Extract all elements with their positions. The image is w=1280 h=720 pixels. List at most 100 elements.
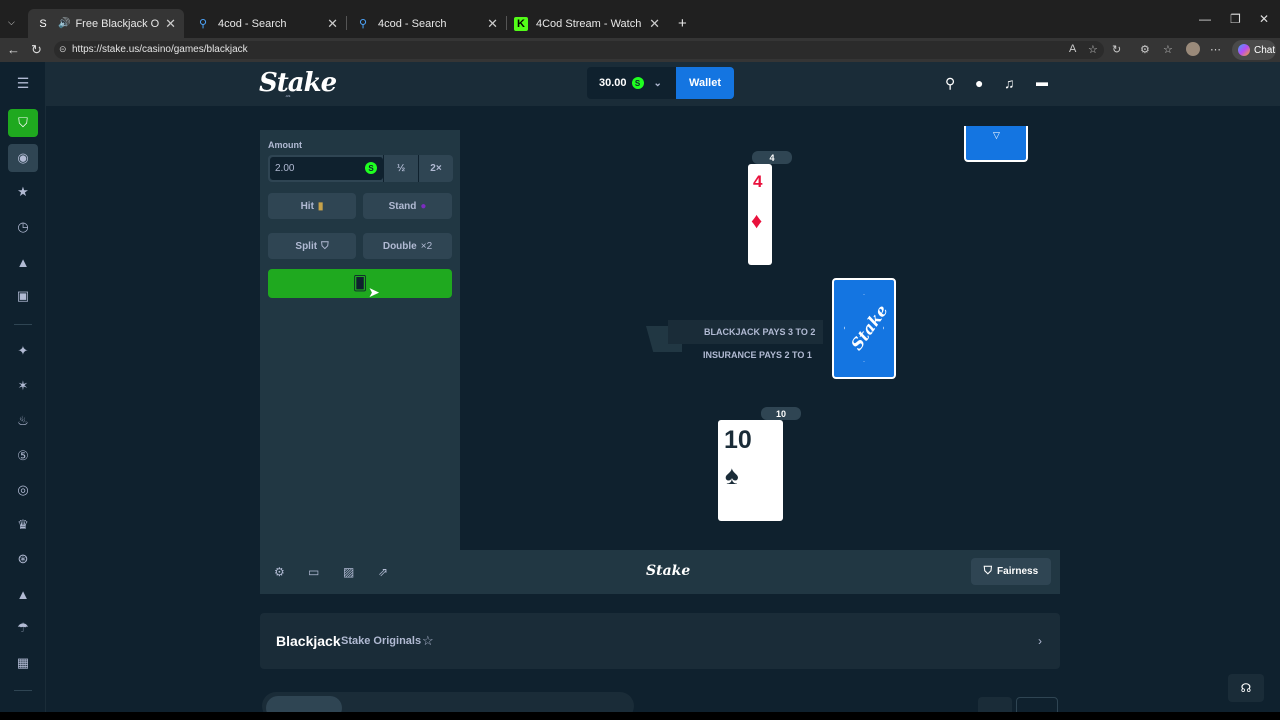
sweeps-coin-icon: S bbox=[631, 77, 644, 89]
sparkle-icon[interactable]: ✦ bbox=[13, 341, 33, 361]
restore-icon[interactable]: ❐ bbox=[1230, 12, 1241, 26]
slots-icon[interactable]: ⑤ bbox=[13, 446, 33, 466]
tab-search-2[interactable]: ⚲ 4cod - Search ✕ bbox=[348, 9, 506, 38]
settings-gear-icon[interactable]: ⚙ bbox=[274, 565, 285, 579]
stake-logo[interactable]: Stake bbox=[259, 68, 337, 98]
spade-suit-icon: ♠ bbox=[725, 460, 739, 490]
footer-stake-logo: Stake bbox=[646, 563, 691, 579]
favorite-star-icon[interactable]: ☆ bbox=[422, 633, 434, 649]
player-total-badge: 10 bbox=[761, 407, 801, 420]
search-favicon-icon: ⚲ bbox=[358, 18, 368, 30]
chevron-down-icon: ⌄ bbox=[653, 77, 662, 89]
fairness-button[interactable]: ⛉ Fairness bbox=[971, 558, 1051, 585]
challenges-icon[interactable]: ▲ bbox=[13, 252, 33, 272]
stand-hand-icon: ● bbox=[420, 200, 427, 212]
site-info-icon[interactable]: ⊝ bbox=[59, 44, 67, 55]
live-casino-icon[interactable]: ◎ bbox=[13, 480, 33, 500]
blackjack-pays-text: BLACKJACK PAYS 3 TO 2 bbox=[704, 327, 816, 337]
popout-icon[interactable]: ⇗ bbox=[378, 565, 388, 579]
mouse-cursor-icon: ➤ bbox=[368, 284, 380, 300]
amount-field-group: 2.00 S ½ 2× bbox=[268, 155, 453, 182]
bet-button[interactable]: 🂠 bbox=[268, 269, 452, 298]
stand-button[interactable]: Stand ● bbox=[363, 193, 452, 219]
kick-favicon-icon: K bbox=[514, 16, 528, 31]
my-bets-icon[interactable]: ▣ bbox=[13, 286, 33, 306]
deck-card-back: ▽ bbox=[964, 126, 1028, 162]
sports-icon[interactable]: ◉ bbox=[8, 144, 38, 172]
insurance-pays-text: INSURANCE PAYS 2 TO 1 bbox=[703, 350, 812, 360]
fire-icon[interactable]: ♨ bbox=[13, 411, 33, 431]
notifications-bell-icon[interactable]: ♫ bbox=[1004, 75, 1015, 91]
sidebar-divider bbox=[14, 690, 32, 691]
read-aloud-icon[interactable]: A bbox=[1069, 43, 1076, 55]
live-support-headset-icon[interactable]: ☊ bbox=[1228, 674, 1264, 702]
casino-shield-icon[interactable]: ⛉ bbox=[8, 109, 38, 137]
more-options-icon[interactable]: ⋯ bbox=[1210, 43, 1221, 56]
game-title: Blackjack bbox=[276, 633, 341, 649]
logo-domain: .us bbox=[285, 93, 291, 98]
shield-check-icon: ⛉ bbox=[983, 565, 993, 577]
balance-selector[interactable]: 30.00 S ⌄ bbox=[587, 67, 677, 99]
crown-icon[interactable]: ♛ bbox=[13, 515, 33, 535]
tab-search-1[interactable]: ⚲ 4cod - Search ✕ bbox=[188, 9, 346, 38]
trophy-icon[interactable]: ▲ bbox=[13, 584, 33, 604]
hit-card-icon: ▮ bbox=[317, 200, 324, 212]
game-shows-icon[interactable]: ☂ bbox=[13, 618, 33, 638]
hit-button[interactable]: Hit ▮ bbox=[268, 193, 356, 219]
provider-link[interactable]: Stake Originals bbox=[341, 635, 421, 647]
dealer-card: 4 ♦ bbox=[748, 164, 772, 265]
wallet-button[interactable]: Wallet bbox=[676, 67, 734, 99]
copilot-chat-button[interactable]: Chat bbox=[1232, 40, 1276, 60]
tab-list-chevron-icon[interactable]: ⌵ bbox=[8, 17, 15, 28]
close-tab-icon[interactable]: ✕ bbox=[649, 16, 660, 32]
close-tab-icon[interactable]: ✕ bbox=[327, 16, 338, 32]
screen: ⌵ S 🔊 Free Blackjack Online - Play B ✕ ⚲… bbox=[0, 0, 1280, 720]
url-field[interactable]: https://stake.us/casino/games/blackjack bbox=[54, 41, 1104, 59]
double-amount-button[interactable]: 2× bbox=[419, 155, 453, 182]
roulette-icon[interactable]: ⊛ bbox=[13, 549, 33, 569]
shoe-card-back: Stake bbox=[832, 278, 896, 379]
split-cards-icon: ⛉ bbox=[321, 240, 329, 252]
favorites-icon[interactable]: ☆ bbox=[1163, 43, 1173, 56]
live-stats-icon[interactable]: ▨ bbox=[343, 565, 354, 579]
recent-clock-icon[interactable]: ◷ bbox=[13, 217, 33, 237]
favorites-star-icon[interactable]: ★ bbox=[13, 182, 33, 202]
chevron-right-icon[interactable]: › bbox=[1038, 634, 1042, 648]
amount-label: Amount bbox=[268, 140, 302, 150]
tab-separator bbox=[346, 16, 347, 30]
sidebar-divider bbox=[14, 324, 32, 325]
copilot-icon bbox=[1238, 44, 1250, 56]
user-icon[interactable]: ● bbox=[975, 75, 983, 91]
speaker-icon: 🔊 bbox=[58, 18, 71, 29]
menu-icon[interactable]: ☰ bbox=[13, 73, 33, 93]
minimize-icon[interactable]: — bbox=[1199, 12, 1211, 26]
sweeps-coin-icon: S bbox=[365, 162, 377, 174]
favorite-star-icon[interactable]: ☆ bbox=[1088, 43, 1098, 56]
new-tab-icon[interactable]: + bbox=[670, 9, 695, 38]
back-icon[interactable]: ← bbox=[7, 42, 20, 57]
profile-avatar-icon[interactable] bbox=[1186, 42, 1200, 56]
dealer-total-badge: 4 bbox=[752, 151, 792, 164]
diamond-suit-icon: ♦ bbox=[751, 208, 763, 233]
all-games-grid-icon[interactable]: ▦ bbox=[13, 653, 33, 673]
window-close-icon[interactable]: ✕ bbox=[1259, 12, 1269, 26]
split-button[interactable]: Split ⛉ bbox=[268, 233, 356, 259]
tab-kick-stream[interactable]: K 4Cod Stream - Watch Live on Kick ✕ bbox=[506, 9, 668, 38]
screen-bottom-edge bbox=[0, 712, 1280, 720]
search-favicon-icon: ⚲ bbox=[198, 18, 208, 30]
close-tab-icon[interactable]: ✕ bbox=[487, 16, 498, 32]
tab-stake-blackjack[interactable]: S 🔊 Free Blackjack Online - Play B ✕ bbox=[28, 9, 184, 38]
refresh-icon[interactable]: ↻ bbox=[31, 42, 42, 58]
deck-diamond-icon: ▽ bbox=[993, 130, 1000, 140]
search-icon[interactable]: ⚲ bbox=[945, 75, 955, 92]
extensions-icon[interactable]: ⚙ bbox=[1140, 43, 1150, 56]
refresh-extension-icon[interactable]: ↻ bbox=[1112, 43, 1121, 56]
originals-icon[interactable]: ✶ bbox=[13, 376, 33, 396]
chat-bubble-icon[interactable]: ▬ bbox=[1036, 75, 1048, 89]
double-button[interactable]: Double ×2 bbox=[363, 233, 452, 259]
player-card: 10 ♠ bbox=[718, 420, 783, 521]
stake-favicon-icon: S bbox=[39, 17, 47, 30]
theatre-mode-icon[interactable]: ▭ bbox=[308, 565, 319, 579]
close-tab-icon[interactable]: ✕ bbox=[165, 16, 176, 32]
half-amount-button[interactable]: ½ bbox=[384, 155, 418, 182]
